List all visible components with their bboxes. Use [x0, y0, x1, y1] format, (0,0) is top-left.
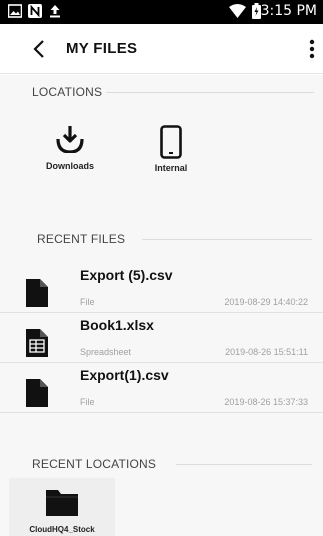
wifi-icon [229, 4, 246, 18]
image-icon [8, 4, 22, 18]
location-label: Internal [154, 163, 188, 173]
file-date: 2019-08-29 14:40:22 [224, 297, 308, 307]
upload-icon [50, 5, 60, 18]
file-type: File [80, 397, 95, 407]
file-type: Spreadsheet [80, 347, 132, 357]
file-row[interactable]: Export(1).csv File 2019-08-26 15:37:33 [0, 365, 323, 413]
section-divider [176, 464, 312, 465]
content-area: LOCATIONS Downloads Internal RECENT FILE… [0, 75, 323, 536]
section-divider [142, 239, 312, 240]
section-divider [106, 92, 314, 93]
locations-header: LOCATIONS [32, 85, 103, 99]
status-bar: 3:15 PM [0, 0, 323, 24]
file-type: File [80, 297, 95, 307]
file-icon [26, 279, 48, 307]
phone-icon [160, 125, 182, 159]
file-row[interactable]: Book1.xlsx Spreadsheet 2019-08-26 15:51:… [0, 315, 323, 363]
file-date: 2019-08-26 15:37:33 [224, 397, 308, 407]
file-name: Export(1).csv [80, 367, 169, 383]
back-button[interactable] [28, 37, 52, 61]
file-name: Book1.xlsx [80, 317, 154, 333]
more-vertical-icon [309, 39, 315, 59]
page-title: MY FILES [66, 40, 138, 57]
file-icon [26, 379, 48, 407]
chevron-left-icon [33, 40, 44, 58]
recent-location-item[interactable]: CloudHQ4_Stock [9, 478, 115, 536]
download-icon [56, 126, 84, 153]
recent-locations-header: RECENT LOCATIONS [32, 457, 157, 471]
file-date: 2019-08-26 15:51:11 [225, 347, 308, 357]
file-row[interactable]: Export (5).csv File 2019-08-29 14:40:22 [0, 265, 323, 313]
location-downloads[interactable]: Downloads [40, 125, 100, 171]
more-options-button[interactable] [306, 37, 318, 61]
n-notification-icon [28, 4, 42, 18]
app-bar: MY FILES [0, 24, 323, 74]
spreadsheet-icon [26, 329, 48, 357]
file-name: Export (5).csv [80, 267, 173, 283]
clock-time: 3:15 PM [260, 3, 317, 19]
location-internal[interactable]: Internal [141, 125, 201, 173]
recent-location-label: CloudHQ4_Stock [29, 525, 95, 534]
recent-files-header: RECENT FILES [37, 232, 126, 246]
location-label: Downloads [45, 161, 94, 171]
folder-icon [46, 490, 78, 516]
